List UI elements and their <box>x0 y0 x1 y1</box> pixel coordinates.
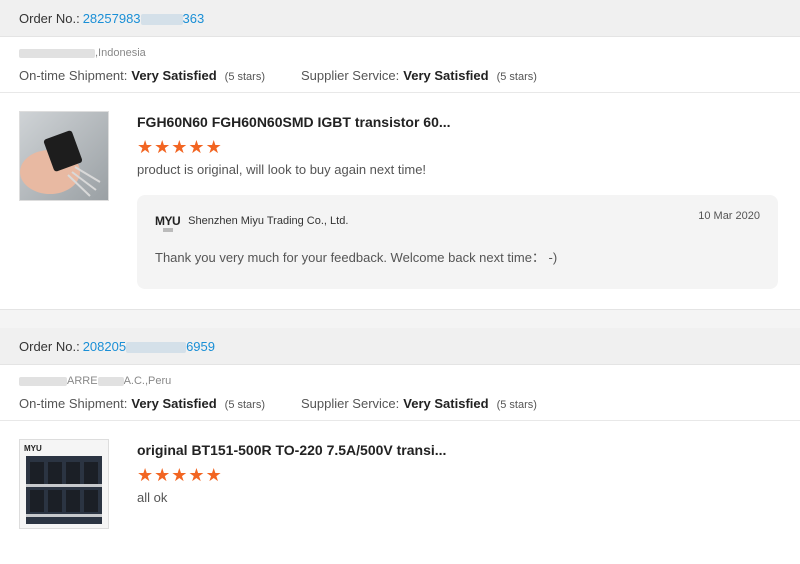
order-meta: ARRE A.C.,Peru On-time Shipment: Very Sat… <box>0 365 800 421</box>
service-value: Very Satisfied <box>403 396 489 411</box>
shipment-rating: On-time Shipment: Very Satisfied (5 star… <box>19 395 265 414</box>
star-icon: ★ <box>154 465 171 485</box>
seller-info: MYU Shenzhen Miyu Trading Co., Ltd. <box>155 211 760 232</box>
seller-name: Shenzhen Miyu Trading Co., Ltd. <box>188 215 349 227</box>
order-meta: ,Indonesia On-time Shipment: Very Satisf… <box>0 37 800 93</box>
review-content: FGH60N60 FGH60N60SMD IGBT transistor 60.… <box>137 111 781 289</box>
shipment-stars: (5 stars) <box>224 71 265 83</box>
order-divider <box>0 309 800 328</box>
star-icon: ★ <box>205 465 222 485</box>
masked-digits <box>126 341 187 353</box>
order-card: Order No.: 208205 6959 ARRE A.C.,Peru On-t… <box>0 328 800 529</box>
star-icon: ★ <box>205 137 222 157</box>
product-title[interactable]: original BT151-500R TO-220 7.5A/500V tra… <box>137 440 781 460</box>
masked-digits <box>140 13 183 25</box>
product-thumbnail[interactable]: MYU <box>19 439 109 529</box>
star-icon: ★ <box>137 137 154 157</box>
star-icon: ★ <box>171 137 188 157</box>
service-stars: (5 stars) <box>496 71 537 83</box>
shipment-label: On-time Shipment: <box>19 396 128 411</box>
svg-text:MYU: MYU <box>24 444 42 453</box>
order-label: Order No.: <box>19 10 80 26</box>
seller-logo: MYU <box>155 214 181 232</box>
transistors-image: MYU <box>24 444 102 524</box>
review-item: FGH60N60 FGH60N60SMD IGBT transistor 60.… <box>0 93 800 289</box>
star-icon: ★ <box>154 137 171 157</box>
buyer-country: A.C.,Peru <box>123 375 172 387</box>
review-text: product is original, will look to buy ag… <box>137 162 427 177</box>
shipment-value: Very Satisfied <box>131 68 217 83</box>
order-header: Order No.: 28257983 363 <box>0 0 800 37</box>
star-icon: ★ <box>188 137 205 157</box>
order-card: Order No.: 28257983 363 ,Indonesia On-tim… <box>0 0 800 328</box>
buyer-location: ,Indonesia <box>19 45 781 61</box>
order-label: Order No.: <box>19 338 80 354</box>
order-number-link[interactable]: 28257983 363 <box>83 11 205 26</box>
review-text: all ok <box>137 490 168 505</box>
seller-reply: 10 Mar 2020 MYU Shenzhen Miyu Trading Co… <box>137 195 778 289</box>
service-rating: Supplier Service: Very Satisfied (5 star… <box>301 67 537 86</box>
order-header: Order No.: 208205 6959 <box>0 328 800 365</box>
buyer-name-partial: ARRE <box>67 375 98 387</box>
service-stars: (5 stars) <box>496 399 537 411</box>
masked-buyer-name <box>19 48 95 58</box>
shipment-label: On-time Shipment: <box>19 68 128 83</box>
shipment-value: Very Satisfied <box>131 396 217 411</box>
masked-buyer-name <box>97 376 124 386</box>
star-icon: ★ <box>137 465 154 485</box>
product-title[interactable]: FGH60N60 FGH60N60SMD IGBT transistor 60.… <box>137 112 781 132</box>
reply-text: Thank you very much for your feedback. W… <box>155 250 558 265</box>
product-thumbnail[interactable] <box>19 111 109 201</box>
reply-date: 10 Mar 2020 <box>698 210 760 222</box>
order-number-link[interactable]: 208205 6959 <box>83 339 215 354</box>
shipment-stars: (5 stars) <box>224 399 265 411</box>
star-rating: ★ ★ ★ ★ ★ <box>137 466 781 484</box>
review-item: MYU original BT151-500R TO-220 7.5A/500V… <box>0 421 800 529</box>
review-content: original BT151-500R TO-220 7.5A/500V tra… <box>137 439 781 529</box>
ratings-row: On-time Shipment: Very Satisfied (5 star… <box>19 67 781 86</box>
buyer-location: ARRE A.C.,Peru <box>19 373 781 389</box>
star-icon: ★ <box>171 465 188 485</box>
service-value: Very Satisfied <box>403 68 489 83</box>
transistor-image <box>20 130 101 197</box>
shipment-rating: On-time Shipment: Very Satisfied (5 star… <box>19 67 265 86</box>
buyer-country: ,Indonesia <box>95 47 146 59</box>
service-rating: Supplier Service: Very Satisfied (5 star… <box>301 395 537 414</box>
service-label: Supplier Service: <box>301 68 400 83</box>
star-icon: ★ <box>188 465 205 485</box>
star-rating: ★ ★ ★ ★ ★ <box>137 138 781 156</box>
service-label: Supplier Service: <box>301 396 400 411</box>
masked-buyer-name <box>19 376 67 386</box>
ratings-row: On-time Shipment: Very Satisfied (5 star… <box>19 395 781 414</box>
